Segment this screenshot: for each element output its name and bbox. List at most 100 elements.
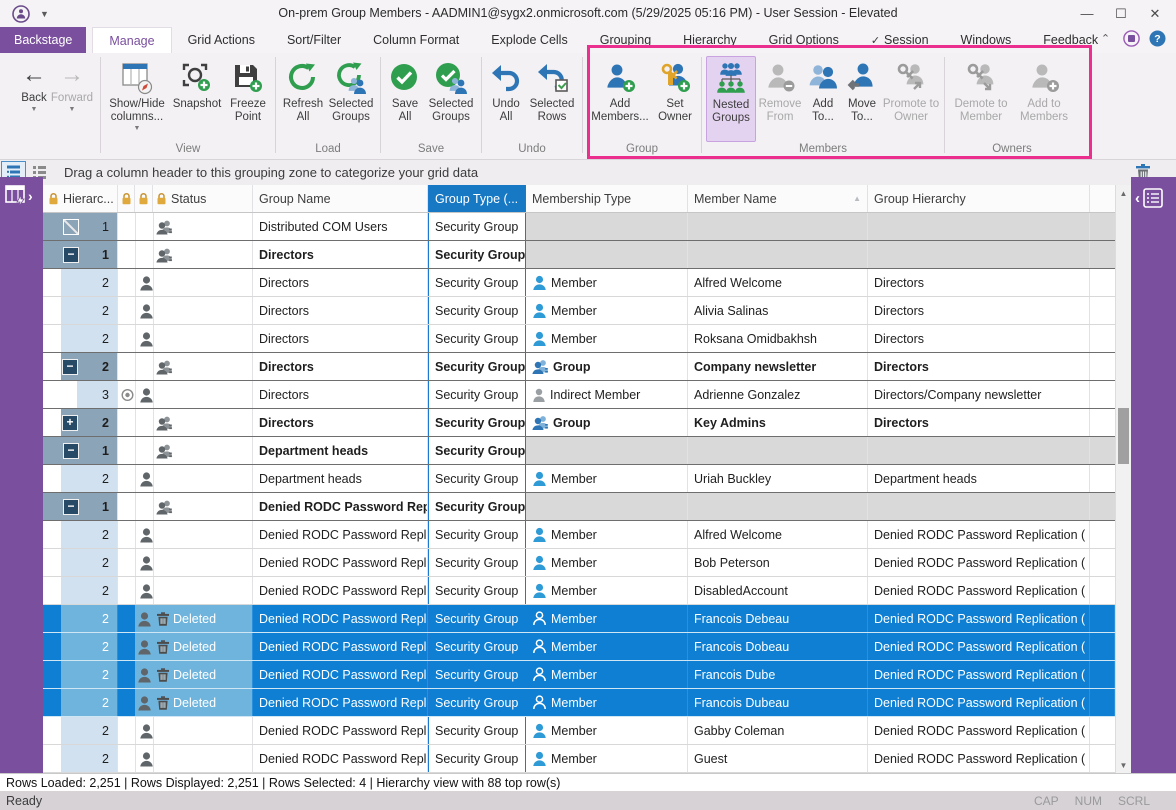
hierarchy-level-band: 2 bbox=[61, 297, 117, 324]
table-row[interactable]: 2Denied RODC Password ReplSecurity Group… bbox=[43, 745, 1115, 773]
group-hierarchy-cell bbox=[868, 437, 1090, 464]
column-header-group-hierarchy[interactable]: Group Hierarchy bbox=[868, 185, 1090, 212]
table-row[interactable]: −1Department headsSecurity Group bbox=[43, 436, 1115, 465]
column-divider bbox=[135, 381, 136, 408]
table-row[interactable]: 2Denied RODC Password ReplSecurity Group… bbox=[43, 549, 1115, 577]
forward-arrow-icon: → bbox=[60, 60, 84, 90]
close-button[interactable]: ✕ bbox=[1142, 3, 1168, 25]
ribbon-button-add-members[interactable]: Add Members... bbox=[587, 56, 653, 142]
expand-box-icon[interactable]: + bbox=[62, 415, 78, 431]
maximize-button[interactable]: ☐ bbox=[1108, 3, 1134, 25]
group-icon bbox=[156, 443, 173, 458]
column-header-membership-type[interactable]: Membership Type bbox=[526, 185, 688, 212]
right-panel-collapsed[interactable]: ‹ bbox=[1131, 177, 1176, 773]
ribbon-button-move-to[interactable]: Move To... bbox=[842, 56, 882, 142]
tab-sort-filter[interactable]: Sort/Filter bbox=[271, 27, 357, 53]
expand-right-panel-icon[interactable]: ‹ bbox=[1135, 187, 1176, 209]
table-row[interactable]: 2DeletedDenied RODC Password ReplSecurit… bbox=[43, 689, 1115, 717]
grid-tools-icon[interactable]: › bbox=[4, 183, 43, 214]
hierarchy-cell: −1 bbox=[43, 437, 118, 464]
ribbon-button-save-all[interactable]: Save All bbox=[385, 56, 425, 142]
table-row[interactable]: 2DeletedDenied RODC Password ReplSecurit… bbox=[43, 605, 1115, 633]
table-row[interactable]: 2Denied RODC Password ReplSecurity Group… bbox=[43, 577, 1115, 605]
lock-icon bbox=[138, 192, 149, 205]
group-name-cell-text: Distributed COM Users bbox=[259, 220, 388, 234]
tab-explode-cells[interactable]: Explode Cells bbox=[475, 27, 583, 53]
quick-access-caret-icon[interactable]: ▼ bbox=[40, 9, 49, 19]
hierarchy-cell: 2 bbox=[43, 577, 118, 604]
scroll-up-icon[interactable]: ▲ bbox=[1116, 185, 1131, 201]
ribbon-button-refresh-all[interactable]: Refresh All bbox=[280, 56, 326, 142]
ribbon-button-nested-groups[interactable]: Nested Groups bbox=[706, 56, 756, 142]
collapse-box-icon[interactable]: − bbox=[63, 247, 79, 263]
minimize-button[interactable]: — bbox=[1074, 3, 1100, 25]
vertical-scrollbar[interactable]: ▲ ▼ bbox=[1115, 185, 1131, 773]
hierarchy-cell: 2 bbox=[43, 745, 118, 772]
filler-cell bbox=[1090, 353, 1115, 380]
group-hierarchy-cell bbox=[868, 213, 1090, 240]
app-icon[interactable] bbox=[12, 5, 30, 23]
group-name-cell: Denied RODC Password Rep bbox=[253, 493, 428, 520]
tab-windows[interactable]: Windows bbox=[945, 27, 1028, 53]
collapse-box-icon[interactable]: − bbox=[63, 443, 79, 459]
table-row[interactable]: 2Denied RODC Password ReplSecurity Group… bbox=[43, 521, 1115, 549]
table-row[interactable]: 2DirectorsSecurity GroupMemberAlfred Wel… bbox=[43, 269, 1115, 297]
member-name-cell-text: Guest bbox=[694, 752, 727, 766]
collapse-box-icon[interactable]: − bbox=[62, 359, 78, 375]
scroll-down-icon[interactable]: ▼ bbox=[1116, 757, 1131, 773]
tab-grid-options[interactable]: Grid Options bbox=[753, 27, 855, 53]
table-row[interactable]: 3DirectorsSecurity GroupIndirect MemberA… bbox=[43, 381, 1115, 409]
column-header-group-type[interactable]: Group Type (... bbox=[428, 185, 526, 212]
tab-hierarchy[interactable]: Hierarchy bbox=[667, 27, 753, 53]
table-row[interactable]: 2DeletedDenied RODC Password ReplSecurit… bbox=[43, 633, 1115, 661]
table-row[interactable]: 1Distributed COM UsersSecurity Group bbox=[43, 213, 1115, 241]
status-cell bbox=[118, 717, 253, 744]
ribbon-button-selected-groups[interactable]: Selected Groups bbox=[425, 56, 477, 142]
collapse-ribbon-icon[interactable]: ⌃ bbox=[1097, 30, 1114, 47]
ribbon-button-freeze-point[interactable]: Freeze Point bbox=[225, 56, 271, 142]
table-row[interactable]: 2DirectorsSecurity GroupMemberAlivia Sal… bbox=[43, 297, 1115, 325]
table-row[interactable]: +2DirectorsSecurity GroupGroupKey Admins… bbox=[43, 408, 1115, 437]
ribbon-button-show-hide-columns[interactable]: Show/Hide columns...▼ bbox=[105, 56, 169, 142]
ribbon-button-selected-rows[interactable]: Selected Rows bbox=[526, 56, 578, 142]
table-row[interactable]: 2Department headsSecurity GroupMemberUri… bbox=[43, 465, 1115, 493]
ribbon-button-label: Refresh All bbox=[280, 98, 326, 124]
table-row[interactable]: −1DirectorsSecurity Group bbox=[43, 240, 1115, 269]
column-header-member-name[interactable]: Member Name▲ bbox=[688, 185, 868, 212]
ribbon-button-add-to[interactable]: Add To... bbox=[804, 56, 842, 142]
column-header-status-zone[interactable]: Status bbox=[118, 185, 253, 212]
table-row[interactable]: −1Denied RODC Password RepSecurity Group bbox=[43, 492, 1115, 521]
title-bar: ▼ On-prem Group Members - AADMIN1@sygx2.… bbox=[0, 0, 1176, 27]
hierarchy-cell: 2 bbox=[43, 521, 118, 548]
hierarchy-level-band: 2 bbox=[61, 605, 117, 632]
scrollbar-thumb[interactable] bbox=[1118, 408, 1129, 464]
member-name-cell bbox=[688, 493, 868, 520]
table-row[interactable]: 2DeletedDenied RODC Password ReplSecurit… bbox=[43, 661, 1115, 689]
ribbon-button-set-owner[interactable]: Set Owner bbox=[653, 56, 697, 142]
ribbon-button-snapshot[interactable]: Snapshot bbox=[169, 56, 225, 142]
ribbon-button-undo-all[interactable]: Undo All bbox=[486, 56, 526, 142]
column-header-hierarchy[interactable]: Hierarc... bbox=[43, 185, 118, 212]
tab-backstage[interactable]: Backstage bbox=[0, 27, 86, 53]
ribbon-button-selected-groups[interactable]: Selected Groups bbox=[326, 56, 376, 142]
group-type-cell: Security Group bbox=[428, 633, 526, 660]
left-panel-collapsed[interactable]: › bbox=[0, 177, 43, 773]
ribbon-group-separator bbox=[701, 57, 702, 153]
tab-grid-actions[interactable]: Grid Actions bbox=[172, 27, 271, 53]
status-cell bbox=[118, 381, 253, 408]
table-row[interactable]: 2Denied RODC Password ReplSecurity Group… bbox=[43, 717, 1115, 745]
grid-status-bar: Rows Loaded: 2,251 | Rows Displayed: 2,2… bbox=[0, 773, 1176, 791]
collapse-box-icon[interactable]: − bbox=[63, 499, 79, 515]
tab-grouping[interactable]: Grouping bbox=[584, 27, 667, 53]
hierarchy-cell: 2 bbox=[43, 465, 118, 492]
tab-session[interactable]: ✓Session bbox=[855, 27, 945, 53]
help-icon[interactable]: ? bbox=[1149, 30, 1166, 47]
table-row[interactable]: 2DirectorsSecurity GroupMemberRoksana Om… bbox=[43, 325, 1115, 353]
column-header-group-name[interactable]: Group Name bbox=[253, 185, 428, 212]
account-badge-icon[interactable] bbox=[1123, 30, 1140, 47]
tab-manage[interactable]: Manage bbox=[92, 27, 171, 53]
table-row[interactable]: −2DirectorsSecurity GroupGroupCompany ne… bbox=[43, 352, 1115, 381]
back-button[interactable]: ←Back▼ bbox=[15, 56, 53, 142]
membership-type-cell-text: Indirect Member bbox=[550, 388, 640, 402]
tab-column-format[interactable]: Column Format bbox=[357, 27, 475, 53]
